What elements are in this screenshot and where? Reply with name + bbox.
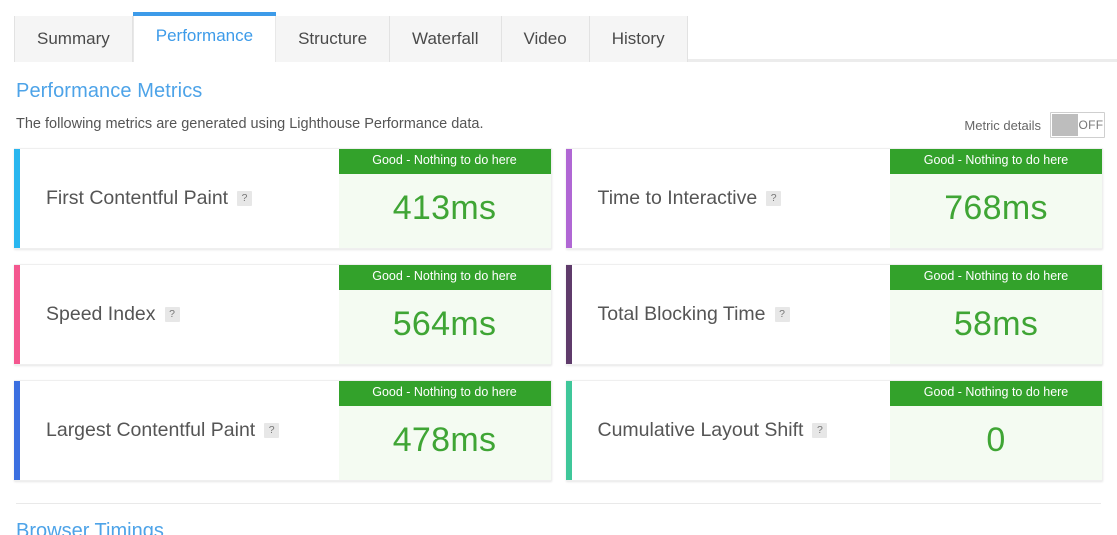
tab-video[interactable]: Video [501, 16, 590, 62]
metric-value-area: Good - Nothing to do here 0 [890, 381, 1102, 480]
tab-waterfall[interactable]: Waterfall [390, 16, 502, 62]
metric-name: First Contentful Paint [46, 187, 229, 209]
help-icon[interactable]: ? [812, 423, 828, 438]
toggle-state-label: OFF [1078, 118, 1104, 132]
metric-name: Speed Index [46, 303, 156, 325]
metric-card-largest-contentful-paint[interactable]: Largest Contentful Paint ? Good - Nothin… [14, 380, 552, 481]
metric-name: Total Blocking Time [597, 303, 766, 325]
status-badge: Good - Nothing to do here [338, 149, 551, 174]
metric-value: 413ms [392, 189, 497, 228]
metric-value: 478ms [392, 421, 497, 460]
metric-card-speed-index[interactable]: Speed Index ? Good - Nothing to do here … [14, 264, 552, 365]
tab-summary[interactable]: Summary [14, 16, 133, 62]
metric-card-cumulative-layout-shift[interactable]: Cumulative Layout Shift ? Good - Nothing… [565, 380, 1103, 481]
metric-label-area: First Contentful Paint ? [20, 149, 339, 248]
metric-value: 564ms [392, 305, 497, 344]
tab-history[interactable]: History [589, 16, 688, 62]
help-icon[interactable]: ? [237, 191, 253, 206]
metric-label-area: Cumulative Layout Shift ? [571, 381, 890, 480]
metric-label-area: Speed Index ? [20, 265, 339, 364]
tab-bar: Summary Performance Structure Waterfall … [0, 0, 1117, 65]
metric-label-area: Largest Contentful Paint ? [20, 381, 339, 480]
section-subtitle: The following metrics are generated usin… [16, 116, 484, 132]
metric-card-total-blocking-time[interactable]: Total Blocking Time ? Good - Nothing to … [565, 264, 1103, 365]
tab-performance[interactable]: Performance [132, 12, 277, 65]
metric-value-area: Good - Nothing to do here 58ms [890, 265, 1102, 364]
toggle-knob [1052, 114, 1078, 136]
metric-value-area: Good - Nothing to do here 564ms [338, 265, 551, 364]
help-icon[interactable]: ? [766, 191, 782, 206]
metric-value: 768ms [944, 189, 1048, 228]
metric-name: Largest Contentful Paint [46, 419, 256, 441]
metric-details-toggle[interactable]: OFF [1050, 112, 1105, 138]
status-badge: Good - Nothing to do here [890, 381, 1102, 406]
help-icon[interactable]: ? [264, 423, 280, 438]
metric-value: 58ms [953, 305, 1039, 344]
metric-value-area: Good - Nothing to do here 478ms [338, 381, 551, 480]
metric-value-area: Good - Nothing to do here 413ms [338, 149, 551, 248]
metric-card-first-contentful-paint[interactable]: First Contentful Paint ? Good - Nothing … [14, 148, 552, 249]
metric-label-area: Total Blocking Time ? [571, 265, 890, 364]
metric-details-label: Metric details [964, 117, 1041, 133]
metric-value: 0 [986, 421, 1006, 460]
section-divider [16, 503, 1101, 504]
metric-value-area: Good - Nothing to do here 768ms [890, 149, 1102, 248]
next-section-title: Browser Timings [16, 520, 164, 535]
metrics-grid: First Contentful Paint ? Good - Nothing … [14, 148, 1103, 481]
metric-card-time-to-interactive[interactable]: Time to Interactive ? Good - Nothing to … [565, 148, 1103, 249]
status-badge: Good - Nothing to do here [890, 265, 1102, 290]
status-badge: Good - Nothing to do here [338, 381, 551, 406]
tab-structure[interactable]: Structure [276, 16, 391, 62]
help-icon[interactable]: ? [164, 307, 180, 322]
metric-label-area: Time to Interactive ? [571, 149, 890, 248]
status-badge: Good - Nothing to do here [338, 265, 551, 290]
metric-name: Cumulative Layout Shift [597, 419, 804, 441]
page-title: Performance Metrics [16, 80, 203, 102]
status-badge: Good - Nothing to do here [890, 149, 1102, 174]
metric-details-control: Metric details OFF [964, 112, 1105, 138]
performance-panel: Performance Metrics The following metric… [0, 80, 1117, 535]
help-icon[interactable]: ? [774, 307, 790, 322]
metric-name: Time to Interactive [597, 187, 758, 209]
